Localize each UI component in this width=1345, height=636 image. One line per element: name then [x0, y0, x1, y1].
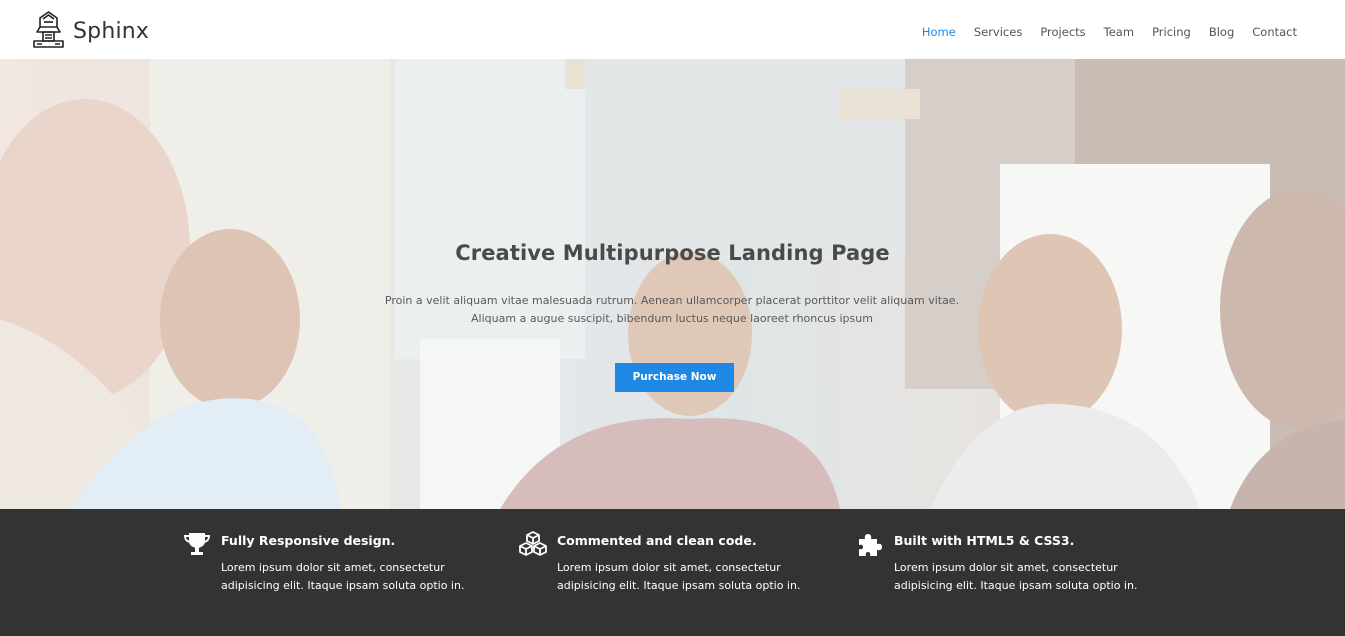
feature-title: Built with HTML5 & CSS3.: [894, 533, 1075, 548]
hero-title: Creative Multipurpose Landing Page: [455, 241, 890, 265]
feature-title: Fully Responsive design.: [221, 533, 396, 548]
sphinx-logo-icon: [33, 11, 64, 48]
feature-item: Fully Responsive design. Lorem ipsum dol…: [183, 509, 483, 636]
nav-home[interactable]: Home: [922, 24, 956, 40]
brand-logo[interactable]: Sphinx: [31, 10, 149, 50]
feature-item: Commented and clean code. Lorem ipsum do…: [519, 509, 819, 636]
hero-subtitle-line-1: Proin a velit aliquam vitae malesuada ru…: [384, 294, 960, 307]
hero-subtitle: Proin a velit aliquam vitae malesuada ru…: [372, 292, 972, 328]
features-section: Fully Responsive design. Lorem ipsum dol…: [0, 509, 1345, 636]
brand-name: Sphinx: [73, 18, 150, 44]
hero-content: Creative Multipurpose Landing Page Proin…: [0, 59, 1345, 509]
nav-pricing[interactable]: Pricing: [1152, 24, 1191, 40]
feature-text: Lorem ipsum dolor sit amet, consectetur …: [221, 561, 465, 592]
trophy-icon: [184, 533, 210, 555]
main-nav: Home Services Projects Team Pricing Blog…: [904, 24, 1297, 40]
hero-section: Creative Multipurpose Landing Page Proin…: [0, 59, 1345, 509]
feature-item: Built with HTML5 & CSS3. Lorem ipsum dol…: [856, 509, 1156, 636]
purchase-now-button[interactable]: Purchase Now: [615, 363, 734, 392]
nav-services[interactable]: Services: [974, 24, 1023, 40]
cubes-icon: [519, 531, 547, 556]
feature-text: Lorem ipsum dolor sit amet, consectetur …: [894, 561, 1138, 592]
nav-blog[interactable]: Blog: [1209, 24, 1234, 40]
nav-team[interactable]: Team: [1104, 24, 1134, 40]
feature-title: Commented and clean code.: [557, 533, 757, 548]
nav-projects[interactable]: Projects: [1040, 24, 1085, 40]
nav-contact[interactable]: Contact: [1252, 24, 1297, 40]
site-header: Sphinx Home Services Projects Team Prici…: [0, 0, 1345, 59]
puzzle-icon: [859, 534, 882, 556]
hero-subtitle-line-2: Aliquam a augue suscipit, bibendum luctu…: [471, 312, 873, 325]
feature-text: Lorem ipsum dolor sit amet, consectetur …: [557, 561, 801, 592]
